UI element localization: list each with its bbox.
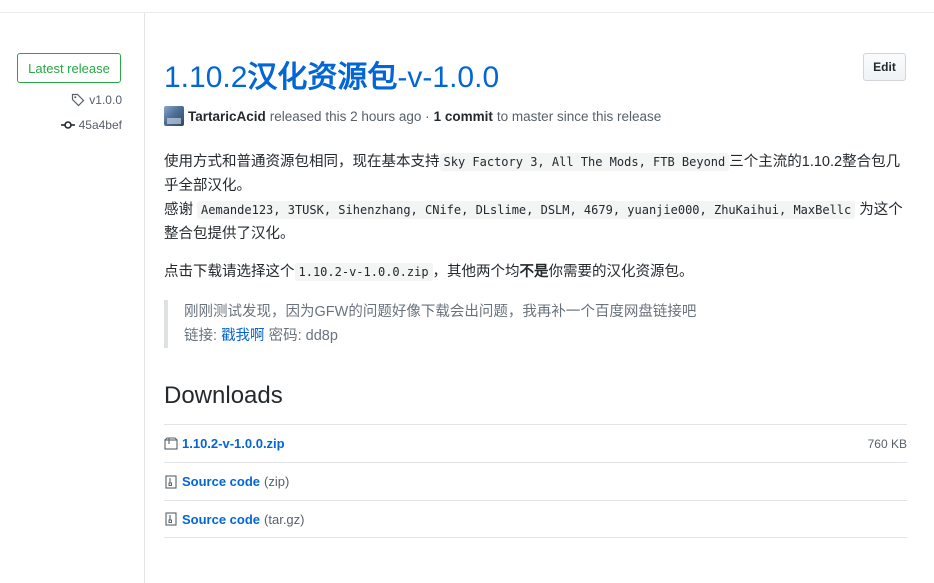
release-title[interactable]: 1.10.2汉化资源包-v-1.0.0 — [164, 56, 499, 100]
git-commit-icon — [60, 118, 75, 132]
avatar[interactable] — [164, 106, 184, 126]
file-zip-icon — [164, 512, 178, 526]
notes-text: 使用方式和普通资源包相同，现在基本支持 — [164, 154, 440, 170]
package-icon — [164, 436, 178, 451]
download-ext: (tar.gz) — [264, 511, 305, 527]
downloads-list: 1.10.2-v-1.0.0.zip 760 KB Source code (z… — [164, 424, 907, 538]
downloads-heading: Downloads — [164, 382, 283, 409]
download-item[interactable]: 1.10.2-v-1.0.0.zip 760 KB — [164, 424, 907, 462]
tag-icon — [71, 93, 85, 107]
release-byline: TartaricAcid released this 2 hours ago ·… — [164, 106, 661, 126]
download-name[interactable]: Source code — [182, 474, 260, 489]
download-ext: (zip) — [264, 474, 290, 489]
quote-password: 密码: dd8p — [268, 328, 338, 344]
notes-bold: 不是 — [519, 264, 549, 280]
notes-paragraph-2: 点击下载请选择这个 1.10.2-v-1.0.0.zip ，其他两个均不是你需要的汉… — [164, 260, 909, 284]
download-size: 760 KB — [867, 436, 907, 451]
commit-sha-label: 45a4bef — [78, 118, 122, 132]
edit-button[interactable]: Edit — [863, 53, 906, 81]
quote-label: 链接: — [184, 328, 218, 344]
quote-line: 刚刚测试发现，因为GFW的问题好像下载会出问题，我再补一个百度网盘链接吧 — [184, 304, 697, 320]
notes-paragraph-1: 使用方式和普通资源包相同，现在基本支持 Sky Factory 3, All Th… — [164, 150, 909, 246]
notes-text: ，其他两个均 — [432, 264, 520, 280]
inline-code: Aemande123, 3TUSK, Sihenzhang, CNife, DL… — [197, 201, 856, 219]
top-border — [0, 12, 934, 13]
download-item[interactable]: Source code (tar.gz) — [164, 500, 907, 538]
download-item[interactable]: Source code (zip) — [164, 462, 907, 500]
commit-count-link[interactable]: 1 commit — [434, 109, 493, 124]
inline-code: 1.10.2-v-1.0.0.zip — [294, 263, 433, 281]
sidebar-divider — [144, 13, 145, 583]
release-notes: 使用方式和普通资源包相同，现在基本支持 Sky Factory 3, All Th… — [164, 150, 909, 284]
latest-release-badge: Latest release — [17, 53, 121, 83]
title-version: 1.10.2 — [164, 61, 248, 94]
baidu-pan-link[interactable]: 戳我啊 — [221, 328, 265, 344]
quote-line: 链接: 戳我啊 密码: dd8p — [184, 324, 696, 348]
commit-text: to master since this release — [496, 108, 662, 124]
notes-text: 点击下载请选择这个 — [164, 264, 295, 280]
title-suffix: -v-1.0.0 — [397, 61, 500, 94]
release-tag-link[interactable]: v1.0.0 — [71, 93, 122, 107]
file-zip-icon — [164, 474, 178, 489]
release-commit-link[interactable]: 45a4bef — [60, 118, 122, 132]
released-text: released this 2 hours ago · — [269, 108, 430, 124]
inline-code: Sky Factory 3, All The Mods, FTB Beyond — [439, 153, 730, 171]
author-link[interactable]: TartaricAcid — [188, 109, 266, 124]
download-name[interactable]: Source code — [182, 512, 260, 527]
release-tag-label: v1.0.0 — [89, 93, 122, 107]
notes-blockquote: 刚刚测试发现，因为GFW的问题好像下载会出问题，我再补一个百度网盘链接吧 链接:… — [164, 300, 696, 348]
notes-text: 你需要的汉化资源包。 — [548, 264, 694, 280]
notes-text: 感谢 — [164, 202, 193, 218]
download-name[interactable]: 1.10.2-v-1.0.0.zip — [182, 436, 285, 451]
title-cn: 汉化资源包 — [247, 61, 398, 94]
